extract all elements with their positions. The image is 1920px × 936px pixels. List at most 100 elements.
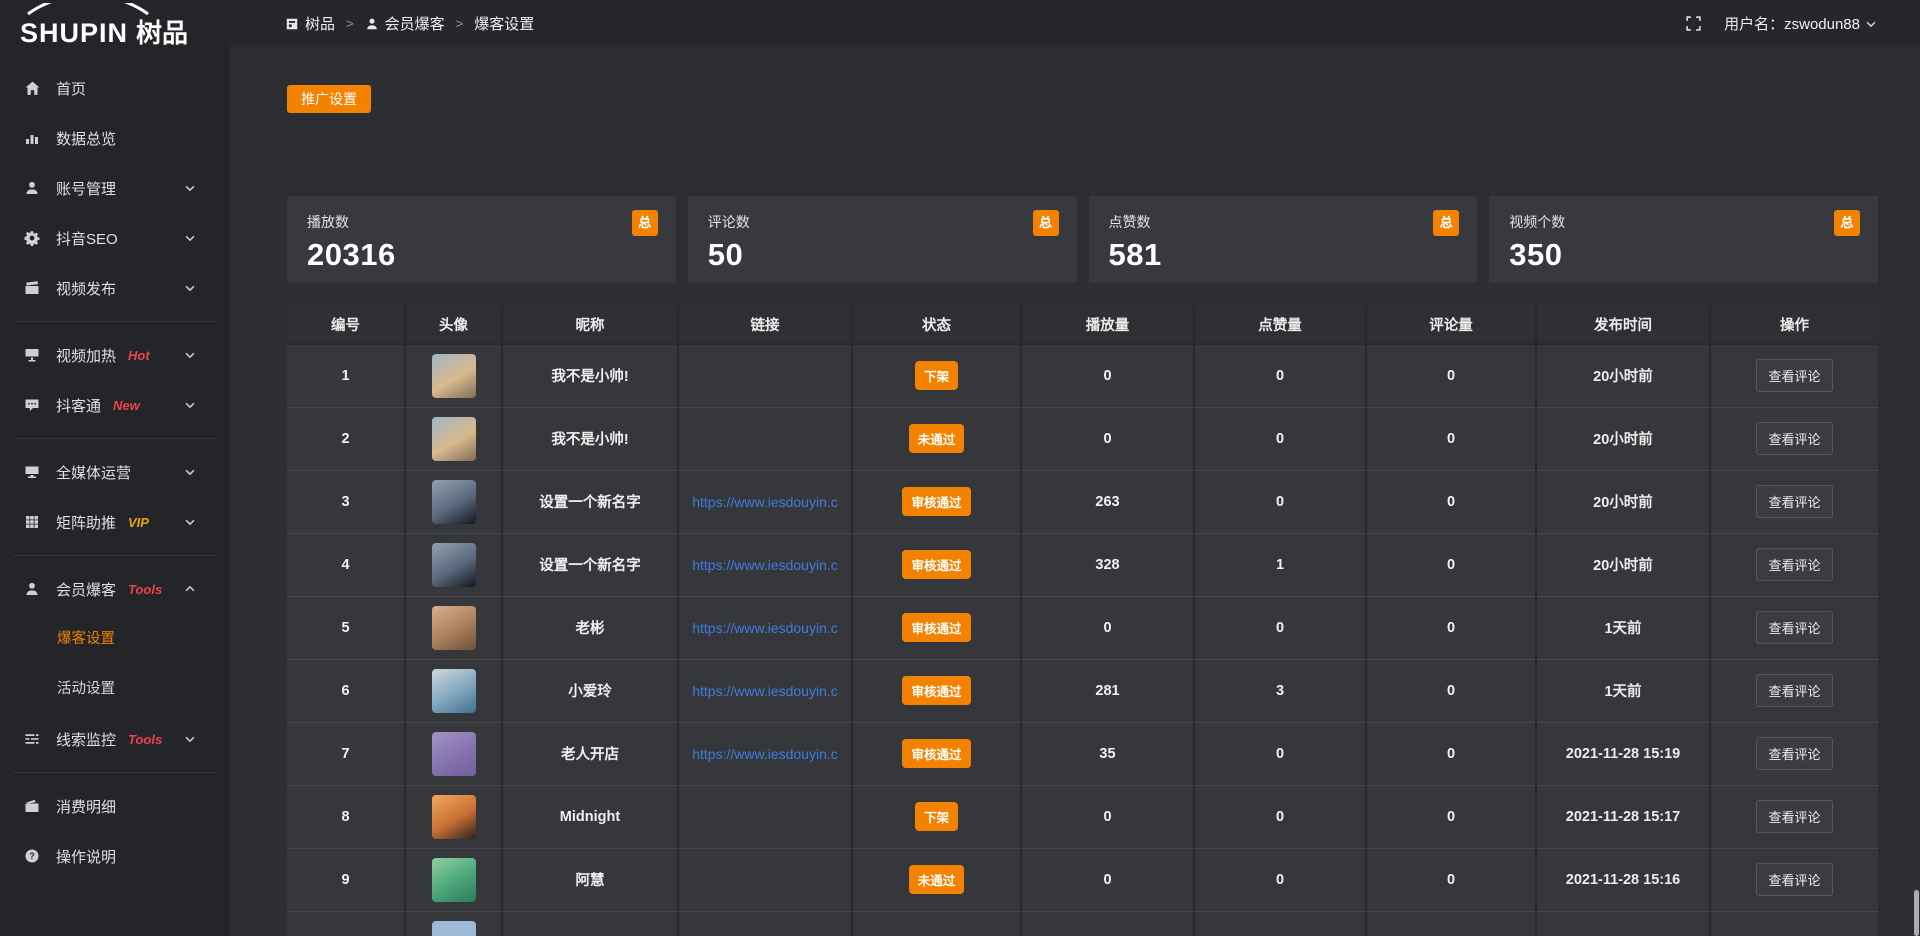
view-comments-button[interactable]: 查看评论	[1756, 800, 1832, 833]
cell-no: 5	[287, 596, 405, 659]
sidebar-item-4[interactable]: 视频发布	[0, 263, 230, 313]
sidebar-item-9[interactable]: 全媒体运营	[0, 447, 230, 497]
cell-plays: 0	[1021, 344, 1194, 407]
video-link[interactable]: https://www.iesdouyin.c	[679, 620, 851, 636]
cell-nickname	[502, 911, 678, 936]
cell-publish-time: 2021-11-28 15:17	[1536, 785, 1710, 848]
cell-status: 审核通过	[852, 596, 1021, 659]
table-header-cell: 昵称	[502, 305, 678, 344]
cell-comments: 0	[1366, 470, 1536, 533]
view-comments-button[interactable]: 查看评论	[1756, 863, 1832, 896]
sidebar-item-12[interactable]: 会员爆客 Tools	[0, 564, 230, 614]
cell-avatar	[405, 533, 502, 596]
video-link[interactable]: https://www.iesdouyin.c	[679, 557, 851, 573]
cell-plays: 0	[1021, 848, 1194, 911]
breadcrumb-item-2[interactable]: 爆客设置	[474, 13, 534, 34]
avatar	[432, 543, 476, 587]
cell-publish-time: 1天前	[1536, 659, 1710, 722]
sidebar-item-tag: Tools	[128, 732, 162, 747]
logo-text-cn: 树品	[136, 18, 188, 48]
sidebar-item-label: 会员爆客	[56, 579, 116, 600]
sidebar-item-3[interactable]: 抖音SEO	[0, 213, 230, 263]
sidebar-item-label: 数据总览	[56, 128, 116, 149]
table-header-cell: 发布时间	[1536, 305, 1710, 344]
cell-link	[678, 407, 852, 470]
cell-likes: 1	[1194, 533, 1366, 596]
sidebar-subitem[interactable]: 爆客设置	[0, 614, 230, 664]
cell-plays: 35	[1021, 722, 1194, 785]
fullscreen-icon[interactable]	[1685, 15, 1702, 32]
cell-nickname: 阿慧	[502, 848, 678, 911]
sidebar-item-0[interactable]: 首页	[0, 63, 230, 113]
view-comments-button[interactable]: 查看评论	[1756, 485, 1832, 518]
breadcrumb-label: 会员爆客	[385, 13, 445, 34]
sidebar-item-7[interactable]: 抖客通New	[0, 380, 230, 430]
cell-plays: 0	[1021, 785, 1194, 848]
breadcrumb-label: 爆客设置	[474, 13, 534, 34]
stat-card-label: 播放数	[307, 212, 656, 232]
chevron-down-icon	[1864, 17, 1878, 31]
cell-action: 查看评论	[1710, 344, 1878, 407]
view-comments-button[interactable]: 查看评论	[1756, 422, 1832, 455]
video-link[interactable]: https://www.iesdouyin.c	[679, 494, 851, 510]
view-comments-button[interactable]: 查看评论	[1756, 674, 1832, 707]
sidebar-item-16[interactable]: ?操作说明	[0, 831, 230, 881]
cell-nickname: 我不是小帅!	[502, 407, 678, 470]
cell-likes: 0	[1194, 470, 1366, 533]
cell-publish-time: 20小时前	[1536, 533, 1710, 596]
breadcrumb-item-0[interactable]: 树品	[285, 13, 335, 34]
cell-publish-time: 20小时前	[1536, 470, 1710, 533]
sidebar-item-13[interactable]: 线索监控Tools	[0, 714, 230, 764]
sidebar-item-10[interactable]: 矩阵助推VIP	[0, 497, 230, 547]
status-badge: 下架	[915, 802, 958, 831]
logo-text-en: SHUPIN	[20, 18, 128, 48]
cell-no: 8	[287, 785, 405, 848]
cell-status: 审核通过	[852, 533, 1021, 596]
cell-comments: 0	[1366, 785, 1536, 848]
cell-link: https://www.iesdouyin.c	[678, 470, 852, 533]
logo[interactable]: SHUPIN 树品	[0, 0, 230, 48]
page-scrollbar-thumb[interactable]	[1914, 890, 1919, 936]
sidebar-item-label: 消费明细	[56, 796, 116, 817]
cell-status: 下架	[852, 785, 1021, 848]
chevron-down-icon	[180, 348, 200, 362]
cell-comments: 0	[1366, 722, 1536, 785]
sidebar-item-tag: Tools	[128, 582, 162, 597]
sidebar-item-6[interactable]: 视频加热Hot	[0, 330, 230, 380]
chevron-down-icon	[180, 181, 200, 195]
sidebar-divider	[14, 321, 216, 322]
view-comments-button[interactable]: 查看评论	[1756, 611, 1832, 644]
sidebar-item-label: 抖客通	[56, 395, 101, 416]
user-menu[interactable]: 用户名：zswodun88	[1724, 13, 1878, 34]
avatar	[432, 480, 476, 524]
breadcrumb-item-1[interactable]: 会员爆客	[365, 13, 445, 34]
promo-settings-button[interactable]: 推广设置	[287, 85, 371, 113]
cell-link	[678, 911, 852, 936]
cell-plays	[1021, 911, 1194, 936]
sidebar-item-1[interactable]: 数据总览	[0, 113, 230, 163]
breadcrumb: 树品>会员爆客>爆客设置	[285, 13, 534, 34]
avatar	[432, 921, 476, 936]
cell-link	[678, 785, 852, 848]
video-link[interactable]: https://www.iesdouyin.c	[679, 746, 851, 762]
cell-action: 查看评论	[1710, 533, 1878, 596]
cell-action: 查看评论	[1710, 407, 1878, 470]
sidebar-item-2[interactable]: 账号管理	[0, 163, 230, 213]
table-header-cell: 操作	[1710, 305, 1878, 344]
cell-nickname: 设置一个新名字	[502, 470, 678, 533]
chat-icon	[22, 397, 42, 413]
chevron-down-icon	[180, 231, 200, 245]
view-comments-button[interactable]: 查看评论	[1756, 737, 1832, 770]
view-comments-button[interactable]: 查看评论	[1756, 548, 1832, 581]
cell-publish-time	[1536, 911, 1710, 936]
sidebar-subitem[interactable]: 活动设置	[0, 664, 230, 714]
cell-likes: 3	[1194, 659, 1366, 722]
cell-status	[852, 911, 1021, 936]
cell-link	[678, 848, 852, 911]
table-row: 9阿慧未通过0002021-11-28 15:16查看评论	[287, 848, 1878, 911]
video-link[interactable]: https://www.iesdouyin.c	[679, 683, 851, 699]
cell-avatar	[405, 848, 502, 911]
sidebar-item-15[interactable]: 消费明细	[0, 781, 230, 831]
view-comments-button[interactable]: 查看评论	[1756, 359, 1832, 392]
cell-likes: 0	[1194, 596, 1366, 659]
